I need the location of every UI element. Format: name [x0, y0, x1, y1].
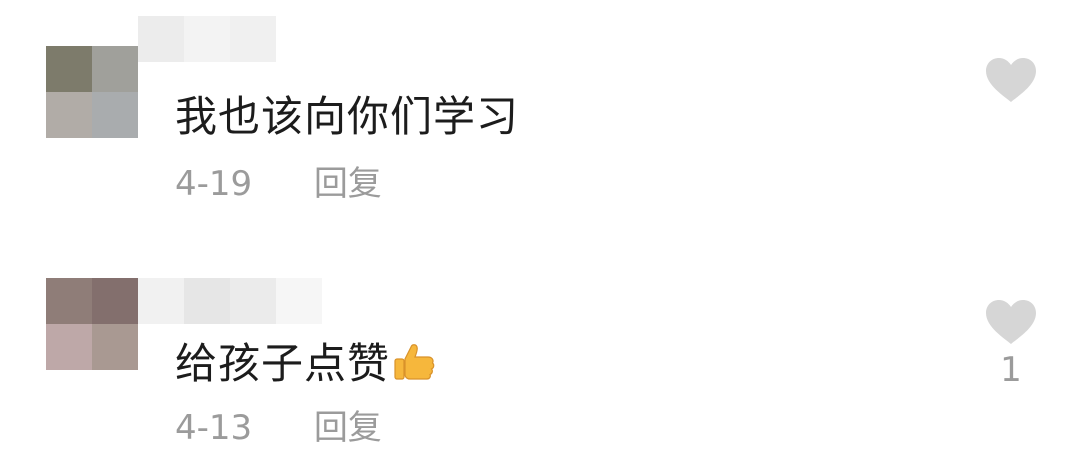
avatar-pixel — [92, 46, 138, 92]
reply-button[interactable]: 回复 — [314, 164, 382, 204]
avatar-pixel — [46, 92, 92, 138]
avatar-pixel — [46, 278, 92, 324]
comment-text-content: 给孩子点赞 — [175, 339, 391, 388]
heart-icon — [986, 300, 1036, 344]
avatar[interactable] — [46, 278, 138, 370]
comment-text: 我也该向你们学习 — [175, 92, 519, 142]
like-count: 1 — [1000, 350, 1022, 390]
avatar-pixel — [92, 324, 138, 370]
thumb-cuff — [394, 358, 405, 380]
comment-meta: 4-13 回复 — [175, 408, 382, 448]
username-mosaic[interactable] — [138, 16, 276, 62]
mosaic-cell — [184, 278, 230, 324]
comment-text-content: 我也该向你们学习 — [175, 92, 520, 141]
avatar[interactable] — [46, 46, 138, 138]
mosaic-cell — [138, 16, 184, 62]
mosaic-cell — [184, 16, 230, 62]
comment-meta: 4-19 回复 — [175, 164, 382, 204]
like-button[interactable]: 1 — [984, 298, 1038, 390]
thumbs-up-emoji — [394, 344, 435, 380]
like-button[interactable] — [984, 56, 1038, 108]
heart-icon — [986, 58, 1036, 102]
reply-button[interactable]: 回复 — [314, 408, 382, 448]
avatar-pixel — [92, 278, 138, 324]
mosaic-cell — [230, 16, 276, 62]
mosaic-cell — [276, 278, 322, 324]
username-mosaic[interactable] — [138, 278, 322, 324]
comment-date: 4-19 — [175, 164, 253, 204]
heart-shape — [986, 58, 1036, 102]
avatar-pixel — [46, 46, 92, 92]
thumb-shape — [404, 344, 435, 380]
heart-shape — [986, 300, 1036, 344]
avatar-pixel — [92, 92, 138, 138]
comment-item: 我也该向你们学习 4-19 回复 — [0, 0, 1080, 232]
comment-item: 给孩子点赞 4-13 回复 1 — [0, 232, 1080, 463]
comment-date: 4-13 — [175, 408, 253, 448]
avatar-pixel — [46, 324, 92, 370]
mosaic-cell — [138, 278, 184, 324]
mosaic-cell — [230, 278, 276, 324]
comment-text: 给孩子点赞 — [175, 339, 436, 389]
